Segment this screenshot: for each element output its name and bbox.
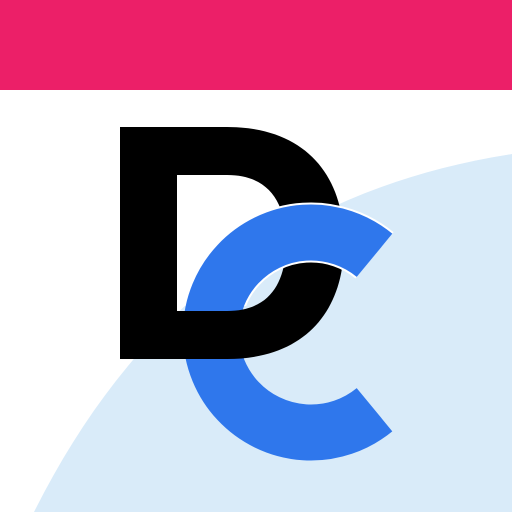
app-icon (0, 0, 512, 512)
dc-logo (0, 0, 512, 512)
top-bar (0, 0, 512, 90)
